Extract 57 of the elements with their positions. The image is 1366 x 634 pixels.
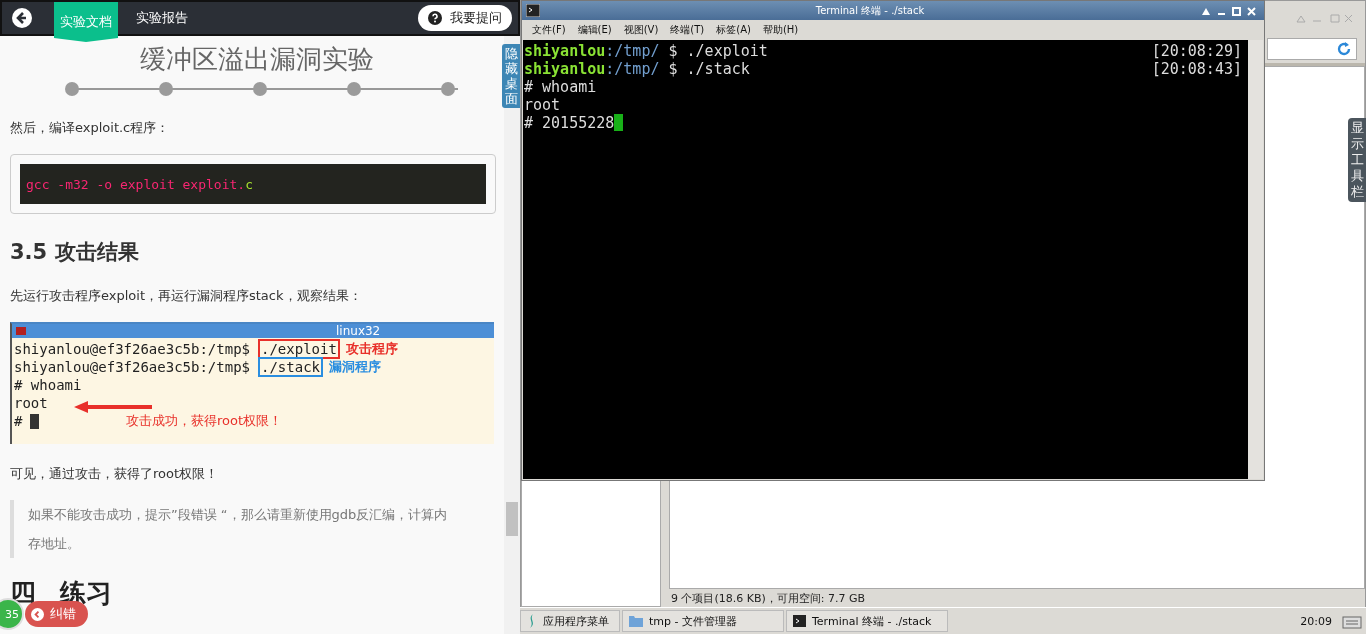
terminal-command: $ ./stack	[667, 60, 750, 78]
terminal-line: shiyanlou@ef3f26ae3c5b:/tmp$	[14, 340, 250, 358]
menu-item[interactable]: 帮助(H)	[762, 23, 799, 37]
nav-tab[interactable]: 实验报告	[130, 2, 194, 34]
status-text: 9 个项目(18.6 KB)，可用空间: 7.7 GB	[670, 590, 867, 607]
help-icon	[428, 11, 442, 25]
window-icon	[16, 327, 26, 335]
taskbar-task[interactable]: tmp - 文件管理器	[622, 610, 784, 632]
annotation-label: 漏洞程序	[329, 358, 382, 376]
refresh-icon[interactable]	[1336, 41, 1352, 57]
terminal-output: # 20155228	[524, 114, 615, 132]
menu-item[interactable]: 终端(T)	[670, 23, 705, 37]
code-text: c	[245, 176, 253, 192]
terminal-command: $ ./exploit	[667, 42, 768, 60]
terminal-line: #	[14, 412, 23, 430]
folder-icon	[629, 615, 643, 627]
paragraph: 可见，通过攻击，获得了root权限！	[10, 465, 220, 483]
paragraph: 然后，编译exploit.c程序：	[10, 119, 171, 137]
menu-item[interactable]: 编辑(E)	[577, 23, 612, 37]
terminal-line: # whoami	[14, 376, 82, 394]
arrow-icon	[74, 400, 154, 414]
code-text: gcc -m32 -o exploit exploit.	[26, 176, 246, 192]
page-title: 缓冲区溢出漏洞实验	[139, 43, 375, 76]
terminal-icon	[793, 615, 806, 627]
note-quote: 如果不能攻击成功，提示”段错误 “，那么请重新使用gdb反汇编，计算内存地址。	[10, 500, 462, 558]
back-icon[interactable]	[12, 8, 32, 28]
address-field[interactable]	[1267, 38, 1357, 60]
app-menu-button[interactable]: 应用程序菜单	[520, 610, 620, 632]
section-heading: 3.5 攻击结果	[10, 239, 140, 266]
show-toolbar-tab[interactable]: 显示工具栏	[1348, 118, 1366, 202]
paragraph: 先运行攻击程序exploit，再运行漏洞程序stack，观察结果：	[10, 287, 363, 305]
terminal-output: root	[524, 96, 561, 114]
ask-button[interactable]: 我要提问	[418, 5, 512, 31]
taskbar-task[interactable]: Terminal 终端 - ./stack	[786, 610, 948, 632]
highlighted-command: ./exploit	[258, 339, 340, 359]
menu-item[interactable]: 文件(F)	[532, 23, 566, 37]
timestamp: [20:08:29]	[1151, 42, 1242, 60]
back-icon	[31, 607, 44, 621]
prompt-user: shiyanlou	[524, 60, 606, 78]
clock: 20:09	[1300, 614, 1332, 628]
annotation-label: 攻击成功，获得root权限！	[126, 412, 283, 430]
hide-desktop-tab[interactable]: 隐藏桌面	[502, 44, 520, 108]
window-title: linux32	[336, 324, 381, 338]
prompt-user: shiyanlou	[524, 42, 606, 60]
prompt-path: :/tmp/	[605, 42, 660, 60]
terminal-output: # whoami	[524, 78, 597, 96]
terminal-icon	[526, 4, 540, 17]
window-controls-icon	[1295, 13, 1353, 23]
timestamp: [20:08:43]	[1151, 60, 1242, 78]
window-title: Terminal 终端 - ./stack	[814, 3, 926, 18]
menu-item[interactable]: 视图(V)	[623, 23, 659, 37]
annotation-label: 攻击程序	[345, 340, 398, 358]
terminal-line: root	[14, 394, 48, 412]
terminal-line: shiyanlou@ef3f26ae3c5b:/tmp$	[14, 358, 250, 376]
menu-item[interactable]: 标签(A)	[716, 23, 751, 37]
highlighted-command: ./stack	[258, 357, 324, 377]
prompt-path: :/tmp/	[605, 60, 660, 78]
